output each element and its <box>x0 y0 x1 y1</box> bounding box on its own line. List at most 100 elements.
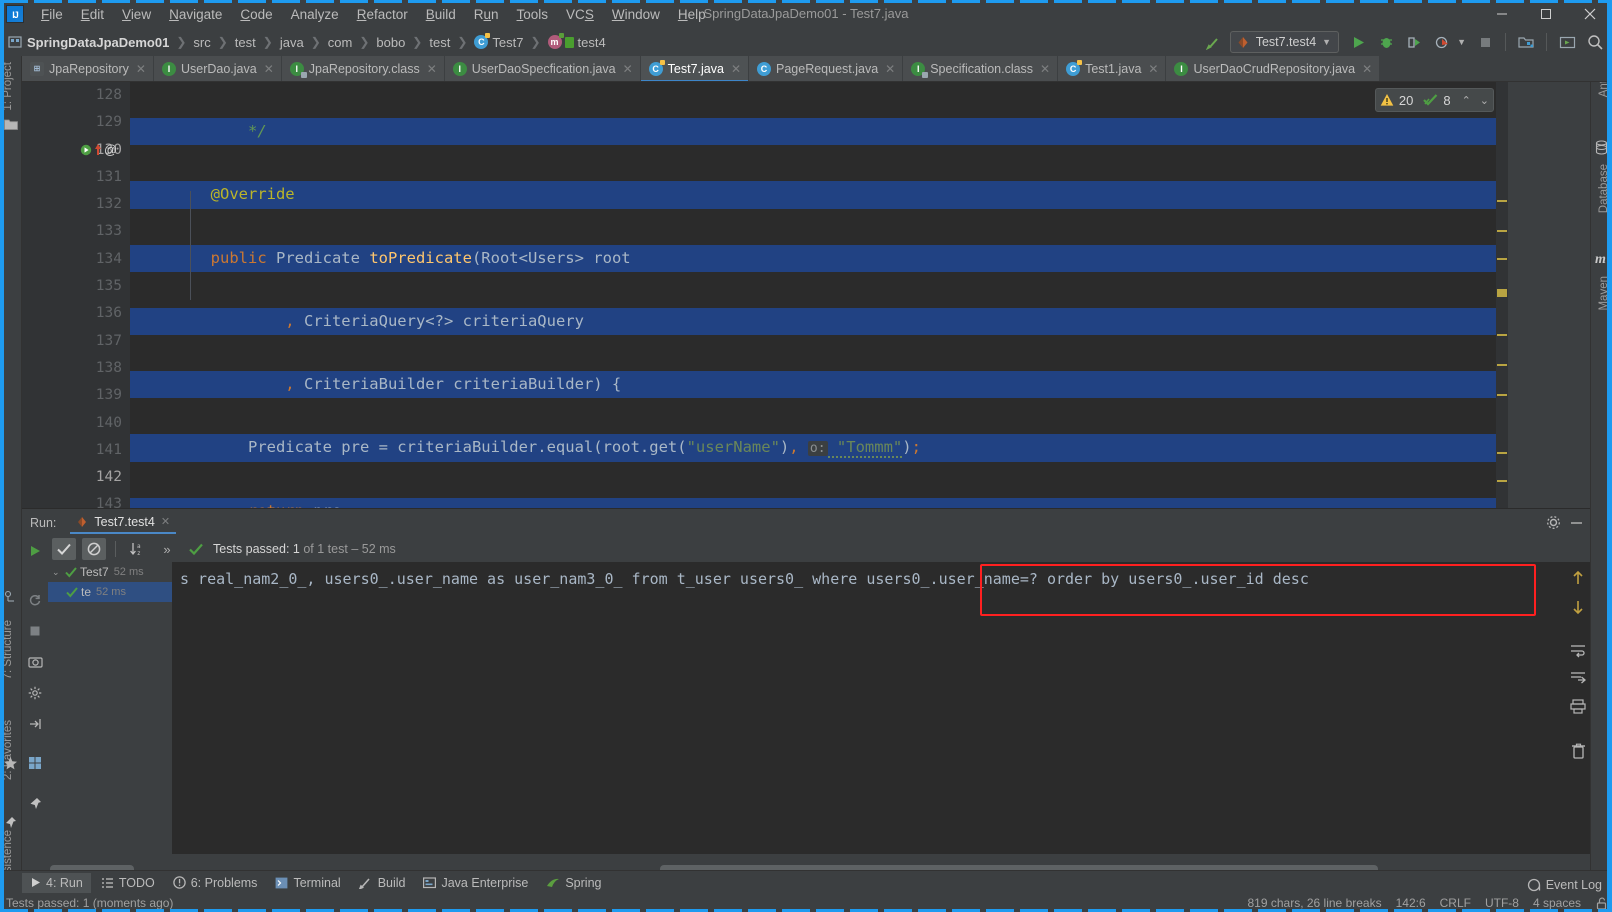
status-indent[interactable]: 4 spaces <box>1533 896 1581 910</box>
status-encoding[interactable]: UTF-8 <box>1485 896 1519 910</box>
toolwindow-button-java-enterprise[interactable]: Java Enterprise <box>415 873 536 893</box>
close-button[interactable] <box>1568 0 1612 28</box>
editor-tab-jparepository-class[interactable]: JpaRepository.class ✕ <box>281 56 445 81</box>
scroll-up-icon[interactable] <box>1571 570 1585 589</box>
minimize-button[interactable] <box>1480 0 1524 28</box>
settings-button[interactable] <box>24 682 46 704</box>
editor-tab-test1-java[interactable]: Test1.java ✕ <box>1058 56 1167 81</box>
close-icon[interactable]: ✕ <box>731 62 741 76</box>
test-tree-node-method[interactable]: te 52 ms <box>48 582 172 602</box>
warning-marker-group[interactable] <box>1497 289 1507 297</box>
warning-marker[interactable] <box>1497 200 1507 202</box>
maximize-button[interactable] <box>1524 0 1568 28</box>
editor-tab-pagerequest-java[interactable]: PageRequest.java ✕ <box>749 56 904 81</box>
run-button[interactable] <box>1345 30 1371 54</box>
toolwindow-button-problems[interactable]: 6: Problems <box>165 873 266 893</box>
expand-all-toggle[interactable]: » <box>155 538 179 560</box>
close-icon[interactable]: ✕ <box>885 62 895 76</box>
editor-tab-userdaospecfication-java[interactable]: UserDaoSpecfication.java ✕ <box>444 56 641 81</box>
editor-tab-userdao-java[interactable]: UserDao.java ✕ <box>153 56 282 81</box>
close-icon[interactable]: ✕ <box>1362 62 1372 76</box>
close-icon[interactable]: ✕ <box>427 62 437 76</box>
camera-snapshot-button[interactable] <box>24 651 46 673</box>
close-icon[interactable]: ✕ <box>1040 62 1050 76</box>
stop-button[interactable] <box>24 620 46 642</box>
menu-code[interactable]: Code <box>231 3 281 26</box>
event-log-button[interactable]: Event Log <box>1527 878 1602 892</box>
breadcrumb-method[interactable]: m test4 <box>547 33 606 50</box>
close-icon[interactable]: ✕ <box>136 62 146 76</box>
status-line-separator[interactable]: CRLF <box>1440 896 1471 910</box>
close-icon[interactable]: ✕ <box>161 515 170 528</box>
debug-button[interactable] <box>1373 30 1399 54</box>
warning-marker[interactable] <box>1497 230 1507 232</box>
export-button[interactable] <box>24 713 46 735</box>
hide-ignored-toggle[interactable] <box>82 538 106 560</box>
breadcrumb-java[interactable]: java <box>280 35 304 50</box>
next-problem-icon[interactable]: ⌄ <box>1480 94 1489 107</box>
menu-file[interactable]: File <box>32 3 72 26</box>
toolwindow-button-todo[interactable]: TODO <box>93 873 163 893</box>
editor-tab-specification-class[interactable]: Specification.class ✕ <box>903 56 1059 81</box>
code-text-area[interactable]: */ @Override public Predicate toPredicat… <box>130 82 1508 508</box>
profile-button[interactable] <box>1429 30 1455 54</box>
toolwindow-button-build[interactable]: Build <box>351 873 414 893</box>
chevron-down-icon[interactable]: ⌄ <box>52 567 62 578</box>
update-project-button[interactable] <box>1554 30 1580 54</box>
rerun-failed-tests-button[interactable] <box>24 589 46 611</box>
warning-marker[interactable] <box>1497 452 1507 454</box>
toolwindow-button-run[interactable]: 4: Run <box>22 872 91 893</box>
menu-refactor[interactable]: Refactor <box>348 3 417 26</box>
close-icon[interactable]: ✕ <box>623 62 633 76</box>
menu-window[interactable]: Window <box>603 3 669 26</box>
breadcrumb-test-pkg[interactable]: test <box>429 35 450 50</box>
warning-marker[interactable] <box>1497 480 1507 482</box>
editor-gutter[interactable]: 128 129 130 131 132 133 134 135 136 137 … <box>22 82 130 508</box>
previous-problem-icon[interactable]: ⌃ <box>1462 94 1471 107</box>
run-with-coverage-button[interactable] <box>1401 30 1427 54</box>
toolwindow-button-terminal[interactable]: Terminal <box>267 873 348 893</box>
editor-tab-test7-java[interactable]: Test7.java ✕ <box>640 56 749 81</box>
gear-icon[interactable] <box>1546 515 1561 530</box>
print-icon[interactable] <box>1570 699 1586 717</box>
menu-run[interactable]: Run <box>465 3 508 26</box>
layout-button[interactable] <box>24 752 46 774</box>
menu-build[interactable]: Build <box>417 3 465 26</box>
clear-all-icon[interactable] <box>1571 743 1586 762</box>
test-results-tree[interactable]: ⌄ Test7 52 ms te 52 ms <box>48 562 172 854</box>
menu-tools[interactable]: Tools <box>508 3 558 26</box>
menu-analyze[interactable]: Analyze <box>282 3 348 26</box>
warning-marker[interactable] <box>1497 334 1507 336</box>
editor-marker-strip[interactable] <box>1496 82 1508 508</box>
sort-alphabetically-toggle[interactable]: az <box>125 538 149 560</box>
editor-tab-userdaocrudrepository-java[interactable]: UserDaoCrudRepository.java ✕ <box>1166 56 1381 81</box>
toolwindow-button-spring[interactable]: Spring <box>538 873 609 893</box>
close-icon[interactable]: ✕ <box>264 62 274 76</box>
scroll-down-icon[interactable] <box>1571 599 1585 618</box>
breadcrumb-class[interactable]: C Test7 <box>474 33 523 50</box>
inspection-widget[interactable]: 20 8 ⌃ ⌄ <box>1374 88 1494 112</box>
close-icon[interactable]: ✕ <box>1148 62 1158 76</box>
menu-view[interactable]: View <box>113 3 160 26</box>
menu-navigate[interactable]: Navigate <box>160 3 231 26</box>
menu-vcs[interactable]: VCS <box>557 3 603 26</box>
console-output[interactable]: s real_nam2_0_, users0_.user_name as use… <box>172 562 1590 854</box>
minimize-icon[interactable] <box>1569 515 1584 530</box>
menu-help[interactable]: Help <box>669 3 715 26</box>
code-editor[interactable]: 128 129 130 131 132 133 134 135 136 137 … <box>22 82 1508 508</box>
run-tab-test7-test4[interactable]: Test7.test4 ✕ <box>70 512 177 534</box>
breadcrumb-project[interactable]: SpringDataJpaDemo01 <box>8 35 169 50</box>
rerun-button[interactable] <box>24 540 46 562</box>
search-everywhere-button[interactable] <box>1582 30 1608 54</box>
breadcrumb-src[interactable]: src <box>193 35 210 50</box>
profile-chevron-icon[interactable]: ▼ <box>1457 37 1466 47</box>
menu-edit[interactable]: Edit <box>72 3 113 26</box>
soft-wrap-icon[interactable] <box>1570 644 1586 661</box>
test-tree-node-class[interactable]: ⌄ Test7 52 ms <box>48 562 172 582</box>
status-caret-position[interactable]: 142:6 <box>1396 896 1426 910</box>
scroll-to-end-icon[interactable] <box>1570 671 1586 689</box>
stop-button[interactable] <box>1472 30 1498 54</box>
breadcrumb-test[interactable]: test <box>235 35 256 50</box>
show-passed-toggle[interactable] <box>52 538 76 560</box>
pin-button[interactable] <box>24 793 46 815</box>
